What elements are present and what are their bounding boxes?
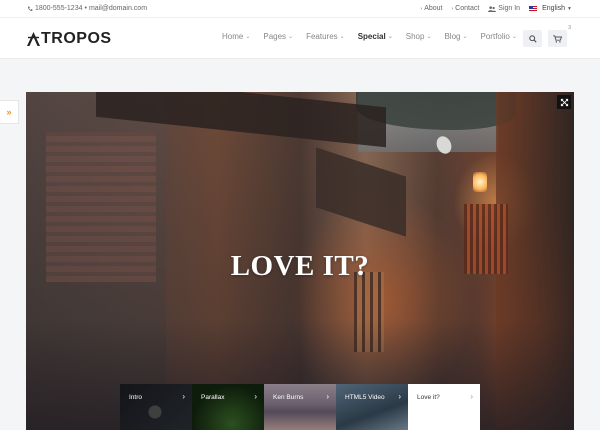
about-link[interactable]: › About xyxy=(421,5,443,12)
nav-blog[interactable]: Blog ⌄ xyxy=(444,32,467,41)
thumb-label: Intro xyxy=(129,394,143,401)
nav-label: Portfolio xyxy=(480,32,510,41)
hero-bg-roof xyxy=(316,147,406,237)
search-icon xyxy=(528,34,537,43)
chevron-right-icon: › xyxy=(326,392,329,401)
chevron-right-icon: › xyxy=(254,392,257,401)
signin-label: Sign In xyxy=(498,5,521,12)
language-selector[interactable]: English ▼ xyxy=(529,5,572,12)
thumb-overlay xyxy=(192,384,264,430)
thumbnail-love-it[interactable]: Love it? › xyxy=(408,384,480,430)
thumb-label: Love it? xyxy=(417,394,440,401)
site-logo[interactable]: TROPOS xyxy=(27,30,112,48)
signin-link[interactable]: Sign In xyxy=(488,5,520,12)
chevron-right-icon: › xyxy=(470,392,473,401)
nav-shop[interactable]: Shop ⌄ xyxy=(406,32,432,41)
search-button[interactable] xyxy=(523,30,542,47)
thumb-overlay xyxy=(264,384,336,430)
main-nav: Home ⌄ Pages ⌄ Features ⌄ Special ⌄ Shop ⌄ Bl… xyxy=(222,32,530,41)
nav-label: Special xyxy=(357,32,386,41)
thumbnail-html5-video[interactable]: HTML5 Video › xyxy=(336,384,408,430)
chevron-down-icon: ⌄ xyxy=(387,34,393,40)
chevron-right-icon: › xyxy=(398,392,401,401)
chevron-right-icon: › xyxy=(420,5,423,12)
chevron-right-icon: › xyxy=(182,392,185,401)
side-panel-toggle[interactable]: » xyxy=(0,100,19,124)
phone-number: 1800-555-1234 xyxy=(35,5,83,12)
phone-icon xyxy=(28,6,33,11)
chevron-down-icon: ⌄ xyxy=(339,34,345,40)
chevron-down-icon: ⌄ xyxy=(288,34,294,40)
contact-label: Contact xyxy=(455,5,480,12)
thumb-overlay xyxy=(120,384,192,430)
nav-features[interactable]: Features ⌄ xyxy=(306,32,345,41)
phone-link[interactable]: 1800-555-1234 xyxy=(27,5,83,12)
thumb-label: Ken Burns xyxy=(273,394,304,401)
expand-icon xyxy=(560,98,568,106)
thumb-label: Parallax xyxy=(201,394,225,401)
nav-pages[interactable]: Pages ⌄ xyxy=(263,32,293,41)
email-link[interactable]: mail@domain.com xyxy=(89,5,147,12)
top-links: › About › Contact Sign In English ▼ xyxy=(421,5,572,12)
top-bar: 1800-555-1234 • mail@domain.com › About … xyxy=(0,0,600,18)
thumbnail-intro[interactable]: Intro › xyxy=(120,384,192,430)
logo-a-icon xyxy=(27,32,40,46)
contact-separator: • xyxy=(84,5,87,12)
thumbnail-ken-burns[interactable]: Ken Burns › xyxy=(264,384,336,430)
thumbnail-parallax[interactable]: Parallax › xyxy=(192,384,264,430)
nav-label: Home xyxy=(222,32,244,41)
site-header: TROPOS Home ⌄ Pages ⌄ Features ⌄ Special ⌄ S… xyxy=(0,18,600,59)
caret-down-icon: ▼ xyxy=(567,5,572,12)
fullscreen-button[interactable] xyxy=(557,95,571,109)
cart-button[interactable]: 3 xyxy=(548,25,571,47)
nav-label: Blog xyxy=(444,32,461,41)
double-chevron-right-icon: » xyxy=(6,107,12,117)
contact-link[interactable]: › Contact xyxy=(451,5,479,12)
hero-slider: LOVE IT? Intro › Parallax › Ken Burns › … xyxy=(26,92,574,430)
nav-home[interactable]: Home ⌄ xyxy=(222,32,250,41)
nav-label: Pages xyxy=(263,32,287,41)
language-label: English xyxy=(542,5,566,12)
chevron-down-icon: ⌄ xyxy=(462,34,468,40)
slide-thumbnails: Intro › Parallax › Ken Burns › HTML5 Vid… xyxy=(120,384,480,430)
nav-label: Features xyxy=(306,32,338,41)
chevron-down-icon: ⌄ xyxy=(245,34,251,40)
nav-portfolio[interactable]: Portfolio ⌄ xyxy=(481,32,517,41)
contact-info: 1800-555-1234 • mail@domain.com xyxy=(27,5,147,12)
cart-count-badge: 3 xyxy=(568,25,571,31)
nav-label: Shop xyxy=(405,32,425,41)
logo-text: TROPOS xyxy=(41,30,112,47)
us-flag-icon xyxy=(529,6,538,11)
cart-icon xyxy=(553,34,562,43)
nav-special[interactable]: Special ⌄ xyxy=(358,32,393,41)
users-icon xyxy=(488,5,497,12)
about-label: About xyxy=(424,5,443,12)
hero-bg-lamp xyxy=(473,172,487,192)
chevron-right-icon: › xyxy=(451,5,454,12)
chevron-down-icon: ⌄ xyxy=(426,34,432,40)
thumb-overlay xyxy=(336,384,408,430)
hero-title: LOVE IT? xyxy=(230,250,370,282)
chevron-down-icon: ⌄ xyxy=(511,34,517,40)
thumb-label: HTML5 Video xyxy=(345,394,385,401)
